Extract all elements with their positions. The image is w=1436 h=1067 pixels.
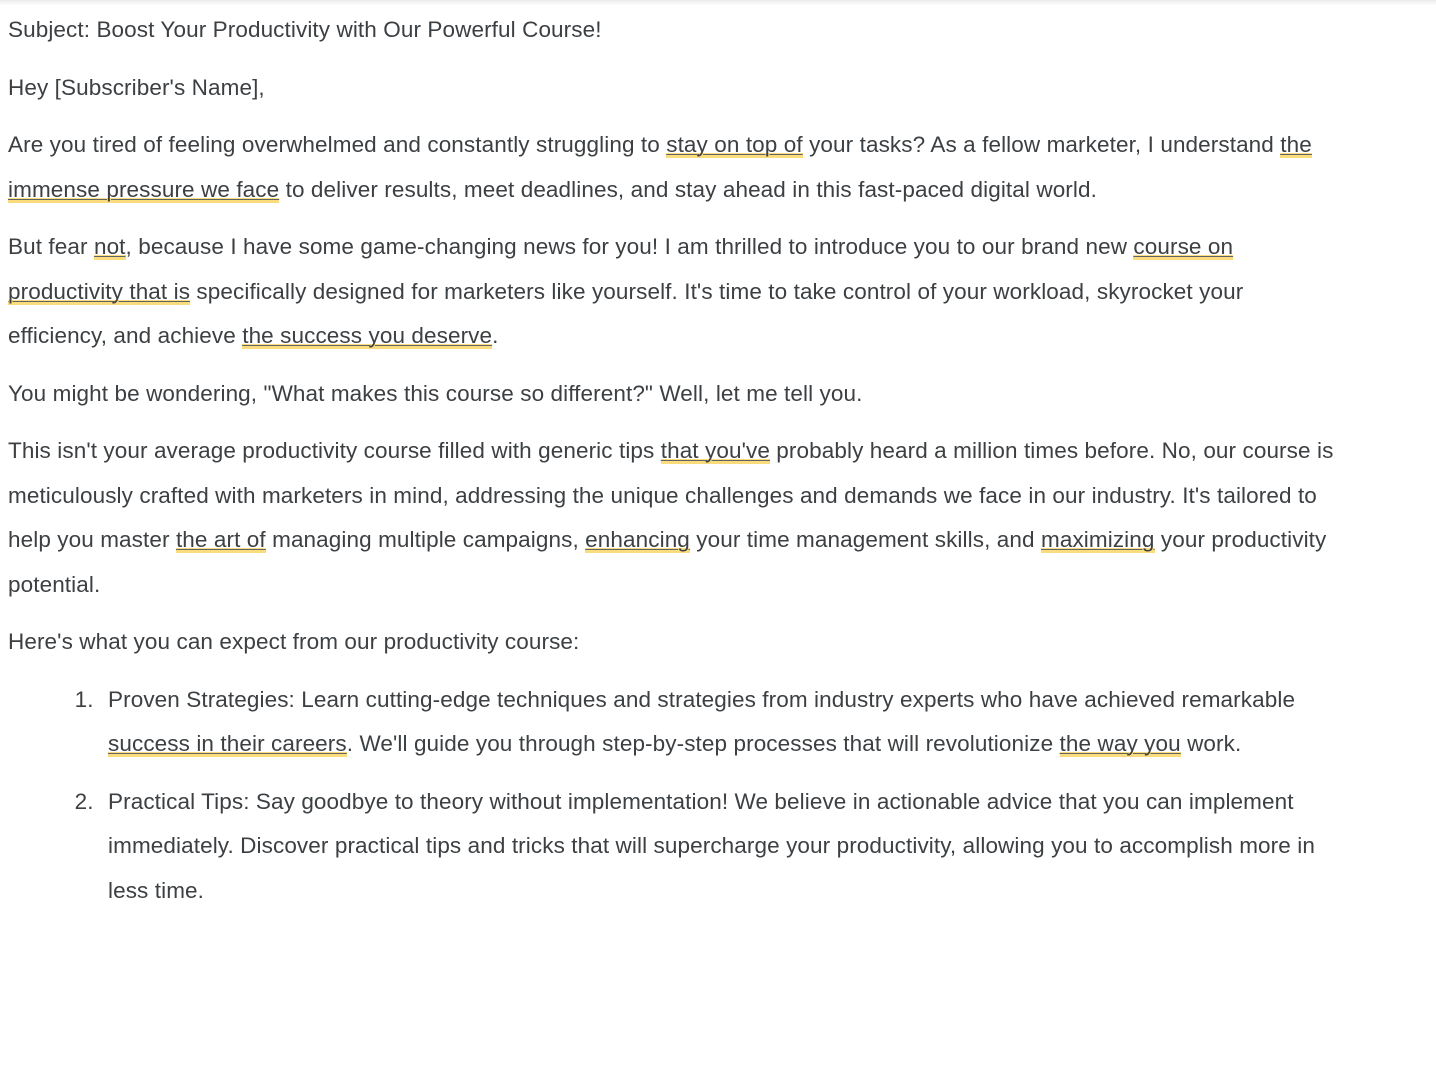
paragraph-5-lead-in: Here's what you can expect from our prod… xyxy=(8,620,1338,665)
highlight-enhancing[interactable]: enhancing xyxy=(585,527,690,553)
list-item: Practical Tips: Say goodbye to theory wi… xyxy=(100,780,1350,914)
p4-text-d: your time management skills, and xyxy=(689,527,1041,552)
list-item: Proven Strategies: Learn cutting-edge te… xyxy=(100,678,1350,767)
p3-text: You might be wondering, "What makes this… xyxy=(8,380,863,406)
paragraph-3: You might be wondering, "What makes this… xyxy=(8,372,1338,417)
p1-text-b: your tasks? As a fellow marketer, I unde… xyxy=(802,132,1281,157)
p2-text-c: specifically designed for marketers like… xyxy=(8,278,1244,349)
greeting-text: Hey [Subscriber's Name], xyxy=(8,74,265,100)
email-greeting: Hey [Subscriber's Name], xyxy=(8,66,1338,111)
p1-text-c: to deliver results, meet deadlines, and … xyxy=(279,176,1097,202)
highlight-that-youve[interactable]: that you've xyxy=(660,438,770,464)
li1-text-b: . We'll guide you through step-by-step p… xyxy=(346,731,1060,756)
email-document-viewer: Subject: Boost Your Productivity with Ou… xyxy=(0,0,1436,1067)
li1-text-a: Proven Strategies: Learn cutting-edge te… xyxy=(108,686,1296,712)
p5-text: Here's what you can expect from our prod… xyxy=(8,629,580,654)
highlight-the-success-you-deserve[interactable]: the success you deserve xyxy=(242,323,493,349)
email-subject-line: Subject: Boost Your Productivity with Ou… xyxy=(8,8,1338,53)
p2-text-a: But fear xyxy=(8,234,94,259)
highlight-the-way-you[interactable]: the way you xyxy=(1059,731,1181,757)
expectations-ordered-list: Proven Strategies: Learn cutting-edge te… xyxy=(8,678,1350,914)
highlight-not[interactable]: not xyxy=(93,234,126,260)
paragraph-1: Are you tired of feeling overwhelmed and… xyxy=(8,123,1338,212)
highlight-maximizing[interactable]: maximizing xyxy=(1040,527,1155,553)
paragraph-4: This isn't your average productivity cou… xyxy=(8,429,1338,607)
highlight-the-art-of[interactable]: the art of xyxy=(175,527,266,553)
p2-text-b: , because I have some game-changing news… xyxy=(125,234,1134,259)
paragraph-2: But fear not, because I have some game-c… xyxy=(8,225,1338,359)
highlight-success-in-their-careers[interactable]: success in their careers xyxy=(108,731,347,757)
li1-text-c: work. xyxy=(1180,731,1242,756)
email-body-content: Subject: Boost Your Productivity with Ou… xyxy=(0,0,1436,926)
p2-text-d: . xyxy=(492,323,499,348)
p4-text-a: This isn't your average productivity cou… xyxy=(8,438,661,463)
li2-text-a: Practical Tips: Say goodbye to theory wi… xyxy=(108,788,1315,903)
subject-text: Subject: Boost Your Productivity with Ou… xyxy=(8,17,602,42)
p1-text-a: Are you tired of feeling overwhelmed and… xyxy=(8,132,667,157)
highlight-stay-on-top-of[interactable]: stay on top of xyxy=(666,132,803,158)
p4-text-c: managing multiple campaigns, xyxy=(265,527,586,552)
